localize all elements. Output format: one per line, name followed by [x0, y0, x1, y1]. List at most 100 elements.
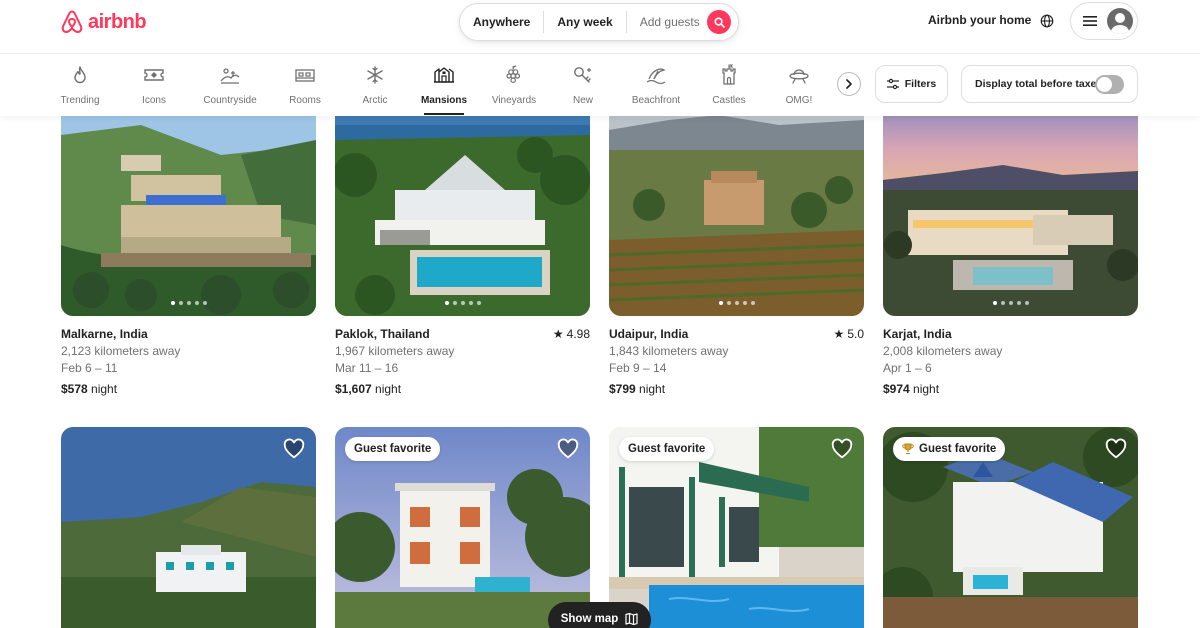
category-omg[interactable]: OMG!	[767, 64, 831, 116]
category-label: Beachfront	[631, 95, 681, 106]
listing-dates: Feb 9 – 14	[609, 361, 667, 375]
wishlist-heart-icon[interactable]	[283, 438, 305, 460]
listing-price: $578 night	[61, 381, 316, 398]
category-new[interactable]: New	[551, 64, 615, 116]
listing-info: Karjat, India 2,008 kilometers away Apr …	[883, 326, 1138, 398]
category-vineyards[interactable]: Vineyards	[482, 64, 546, 116]
category-rooms[interactable]: Rooms	[273, 64, 337, 116]
tax-toggle-label: Display total before taxes	[975, 78, 1103, 90]
listing-dates: Mar 11 – 16	[335, 361, 399, 375]
listing-title: Malkarne, India	[61, 327, 148, 341]
beach-icon	[645, 64, 667, 86]
rooms-icon	[294, 64, 316, 86]
category-trending[interactable]: Trending	[48, 64, 112, 116]
category-label: Arctic	[362, 95, 388, 106]
listing-card[interactable]: Guest favorite	[609, 427, 864, 628]
listing-title: Paklok, Thailand	[335, 327, 430, 341]
category-label: Rooms	[289, 95, 321, 106]
category-mansions[interactable]: Mansions	[412, 64, 476, 116]
category-arctic[interactable]: Arctic	[343, 64, 407, 116]
category-beachfront[interactable]: Beachfront	[624, 64, 688, 116]
tax-toggle-switch[interactable]	[1095, 75, 1124, 94]
category-icons[interactable]: Icons	[122, 64, 186, 116]
listing-image	[335, 95, 590, 316]
listing-distance: 1,967 kilometers away	[335, 344, 455, 358]
category-next-button[interactable]	[837, 72, 861, 96]
filters-label: Filters	[904, 78, 937, 90]
listing-photo[interactable]	[335, 95, 590, 316]
price-unit: night	[375, 382, 402, 396]
listing-rating: ★ 5.0	[834, 326, 864, 343]
listing-image	[61, 427, 316, 628]
listing-card[interactable]	[61, 427, 316, 628]
listing-image	[61, 95, 316, 316]
flame-icon	[69, 64, 91, 86]
badge-label: Guest favorite	[354, 443, 432, 455]
listing-card[interactable]: Udaipur, India ★ 5.0 1,843 kilometers awa…	[609, 95, 864, 398]
rating-value: 5.0	[847, 327, 864, 341]
listing-photo[interactable]	[61, 95, 316, 316]
star-icon: ★	[552, 327, 564, 341]
listing-photo[interactable]: Guest favorite	[883, 427, 1138, 628]
filters-button[interactable]: Filters	[875, 65, 948, 103]
listing-photo[interactable]	[61, 427, 316, 628]
carousel-dots	[444, 301, 481, 305]
listing-price: $974 night	[883, 381, 1138, 398]
dates-field[interactable]: Any week	[544, 14, 625, 30]
location-field[interactable]: Anywhere	[460, 14, 543, 30]
top-header: airbnb Anywhere Any week Add guests Airb…	[0, 0, 1200, 54]
host-link[interactable]: Airbnb your home	[928, 13, 1031, 27]
guest-favorite-badge: Guest favorite	[619, 437, 715, 461]
ufo-icon	[788, 64, 810, 86]
filters-icon	[886, 78, 899, 90]
listing-photo[interactable]	[883, 95, 1138, 316]
listing-title: Karjat, India	[883, 327, 952, 341]
listing-photo[interactable]: Guest favorite	[609, 427, 864, 628]
badge-label: Guest favorite	[628, 443, 706, 455]
tax-toggle-container: Display total before taxes	[961, 65, 1138, 103]
category-label: Trending	[60, 95, 100, 106]
listing-card[interactable]: Guest favorite	[335, 427, 590, 628]
badge-label: Guest favorite	[919, 443, 997, 455]
mansion-icon	[433, 64, 455, 86]
category-label: Vineyards	[491, 95, 537, 106]
wishlist-heart-icon[interactable]	[557, 438, 579, 460]
price-amount: $578	[61, 382, 88, 396]
category-countryside[interactable]: Countryside	[198, 64, 262, 116]
listing-card[interactable]: Malkarne, India 2,123 kilometers away Fe…	[61, 95, 316, 398]
search-button[interactable]	[707, 10, 731, 34]
listing-photo[interactable]: Guest favorite	[335, 427, 590, 628]
airbnb-logo[interactable]: airbnb	[60, 8, 147, 36]
guests-field[interactable]: Add guests	[627, 14, 713, 30]
price-unit: night	[639, 382, 666, 396]
price-amount: $1,607	[335, 382, 372, 396]
search-icon	[713, 16, 725, 28]
wishlist-heart-icon[interactable]	[1105, 438, 1127, 460]
category-castles[interactable]: Castles	[697, 64, 761, 116]
listing-photo[interactable]	[609, 95, 864, 316]
brand-name: airbnb	[88, 10, 147, 33]
category-label: Mansions	[420, 95, 468, 106]
listing-card[interactable]: Guest favorite	[883, 427, 1138, 628]
price-amount: $799	[609, 382, 636, 396]
listing-distance: 1,843 kilometers away	[609, 344, 729, 358]
listing-image	[609, 95, 864, 316]
show-map-button[interactable]: Show map	[548, 602, 651, 628]
category-label: New	[572, 95, 593, 106]
globe-icon	[1040, 14, 1054, 28]
carousel-dots	[170, 301, 207, 305]
listing-card[interactable]: Karjat, India 2,008 kilometers away Apr …	[883, 95, 1138, 398]
category-bar: Trending Icons Countryside Rooms Arctic …	[0, 54, 1200, 116]
guest-favorite-badge: Guest favorite	[345, 437, 441, 461]
wishlist-heart-icon[interactable]	[831, 438, 853, 460]
countryside-icon	[219, 64, 241, 86]
listing-dates: Apr 1 – 6	[883, 361, 932, 375]
listing-card[interactable]: Paklok, Thailand ★ 4.98 1,967 kilometers …	[335, 95, 590, 398]
listing-dates: Feb 6 – 11	[61, 361, 118, 375]
carousel-dots	[718, 301, 755, 305]
language-button[interactable]	[1038, 12, 1056, 30]
map-icon	[625, 613, 638, 625]
search-bar[interactable]: Anywhere Any week Add guests	[459, 3, 739, 41]
profile-menu-button[interactable]	[1070, 2, 1138, 40]
listing-info: Udaipur, India ★ 5.0 1,843 kilometers awa…	[609, 326, 864, 398]
